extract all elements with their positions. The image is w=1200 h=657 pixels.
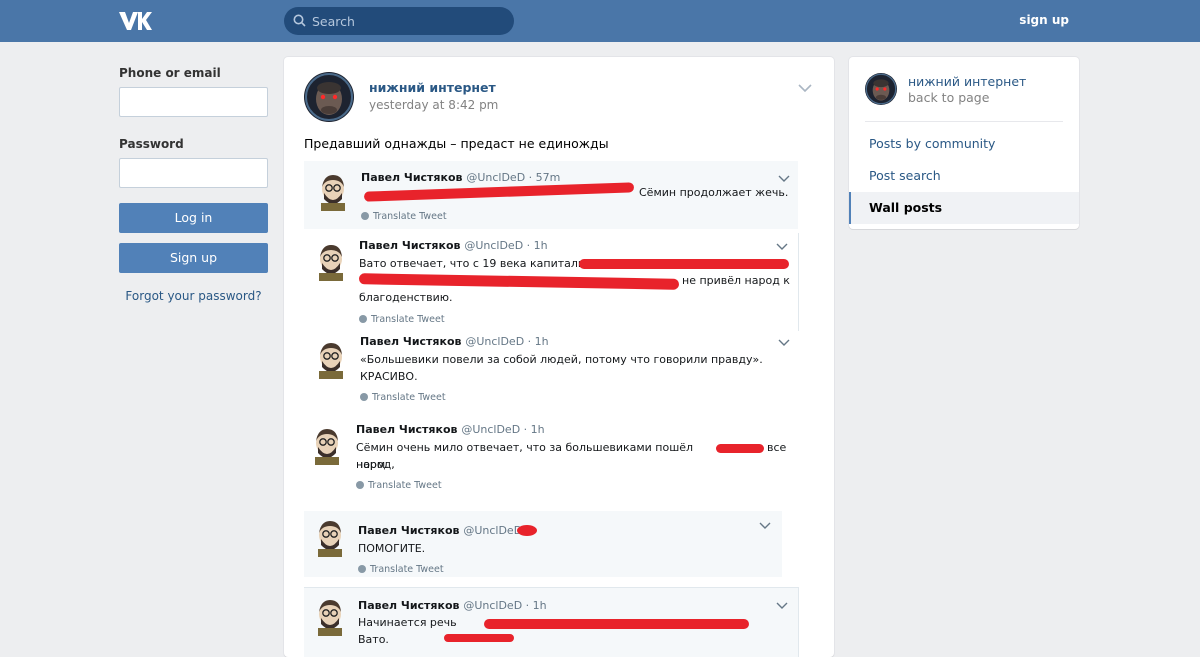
translate-tweet-link[interactable]: Translate Tweet xyxy=(356,480,442,491)
tweet-author: Павел Чистяков @UnclDeD xyxy=(358,524,523,537)
phone-label: Phone or email xyxy=(119,66,221,80)
translate-tweet-link[interactable]: Translate Tweet xyxy=(361,211,447,222)
tweet-author: Павел Чистяков @UnclDeD · 57m xyxy=(361,171,561,184)
tweet-card: Павел Чистяков @UnclDeD · 1h «Большевики… xyxy=(304,333,798,415)
tweet-text: норм. xyxy=(356,458,389,471)
tweet-avatar xyxy=(319,343,343,379)
translate-tweet-link[interactable]: Translate Tweet xyxy=(359,314,445,325)
search-input[interactable] xyxy=(312,7,502,35)
tweet-author: Павел Чистяков @UnclDeD · 1h xyxy=(356,423,545,436)
redaction-mark xyxy=(716,444,764,453)
menu-posts-by-community[interactable]: Posts by community xyxy=(849,128,1079,160)
divider xyxy=(865,121,1063,122)
tweet-avatar xyxy=(319,245,343,281)
tweet-card: Павел Чистяков @UnclDeD · 1h Вато отвеча… xyxy=(304,233,799,331)
tweet-text: благоденствию. xyxy=(359,291,453,304)
globe-icon xyxy=(360,393,368,401)
globe-icon xyxy=(356,481,364,489)
tweet-card: Павел Чистяков @UnclDeD · 1h Начинается … xyxy=(304,587,799,657)
tweet-text: «Большевики повели за собой людей, потом… xyxy=(360,353,763,366)
wall-post: нижний интернет yesterday at 8:42 pm Пре… xyxy=(284,57,834,657)
login-button[interactable]: Log in xyxy=(119,203,268,233)
redaction-mark xyxy=(517,525,537,536)
tweet-text: не привёл народ к xyxy=(682,274,790,287)
redaction-mark xyxy=(444,634,514,642)
tweet-avatar xyxy=(321,175,345,211)
menu-wall-posts[interactable]: Wall posts xyxy=(849,192,1079,224)
chevron-down-icon[interactable] xyxy=(776,602,788,609)
vk-logo-icon[interactable] xyxy=(118,10,152,32)
login-form: Phone or email Password Log in Sign up F… xyxy=(119,66,268,303)
chevron-down-icon[interactable] xyxy=(778,339,790,346)
search-icon xyxy=(293,14,306,27)
community-name-link[interactable]: нижний интернет xyxy=(908,74,1026,89)
tweet-author: Павел Чистяков @UnclDeD · 1h xyxy=(360,335,549,348)
redaction-mark xyxy=(358,273,680,290)
phone-email-field[interactable] xyxy=(119,87,268,117)
globe-icon xyxy=(358,565,366,573)
tweet-card: Павел Чистяков @UnclDeD · 57m Сёмин прод… xyxy=(304,161,798,229)
community-avatar[interactable] xyxy=(304,72,354,122)
tweet-card: Павел Чистяков @UnclDeD · 1h Сёмин очень… xyxy=(304,419,798,503)
tweet-avatar xyxy=(315,429,339,465)
forgot-password-link[interactable]: Forgot your password? xyxy=(119,289,268,303)
tweet-avatar xyxy=(318,600,342,636)
chevron-down-icon[interactable] xyxy=(798,84,812,92)
redaction-mark xyxy=(484,619,749,629)
post-date[interactable]: yesterday at 8:42 pm xyxy=(369,98,498,112)
community-avatar-small[interactable] xyxy=(865,73,897,105)
globe-icon xyxy=(361,212,369,220)
tweet-text: Сёмин продолжает жечь. xyxy=(639,186,789,199)
post-author[interactable]: нижний интернет xyxy=(369,80,496,95)
signup-link[interactable]: sign up xyxy=(1019,13,1069,27)
chevron-down-icon[interactable] xyxy=(776,243,788,250)
community-sidebar: нижний интернет back to page Posts by co… xyxy=(849,57,1079,229)
password-field[interactable] xyxy=(119,158,268,188)
password-label: Password xyxy=(119,137,184,151)
top-bar: sign up xyxy=(0,0,1200,42)
chevron-down-icon[interactable] xyxy=(778,175,790,182)
translate-tweet-link[interactable]: Translate Tweet xyxy=(358,564,444,575)
translate-tweet-link[interactable]: Translate Tweet xyxy=(360,392,446,403)
tweet-author: Павел Чистяков @UnclDeD · 1h xyxy=(359,239,548,252)
menu-post-search[interactable]: Post search xyxy=(849,160,1079,192)
chevron-down-icon[interactable] xyxy=(759,522,771,529)
post-text: Предавший однажды – предаст не единожды xyxy=(304,136,609,151)
tweet-author: Павел Чистяков @UnclDeD · 1h xyxy=(358,599,547,612)
search-box[interactable] xyxy=(284,7,514,35)
redaction-mark xyxy=(363,182,635,202)
globe-icon xyxy=(359,315,367,323)
tweet-text: Начинается речь Вато. xyxy=(358,616,457,646)
back-to-page-link[interactable]: back to page xyxy=(908,90,989,105)
redaction-mark xyxy=(579,259,789,269)
tweet-avatar xyxy=(318,521,342,557)
tweet-text: КРАСИВО. xyxy=(360,370,418,383)
signup-button[interactable]: Sign up xyxy=(119,243,268,273)
tweet-text: ПОМОГИТЕ. xyxy=(358,542,426,555)
tweet-text: все xyxy=(767,441,787,454)
tweet-card: Павел Чистяков @UnclDeD ПОМОГИТЕ. Transl… xyxy=(304,511,782,577)
